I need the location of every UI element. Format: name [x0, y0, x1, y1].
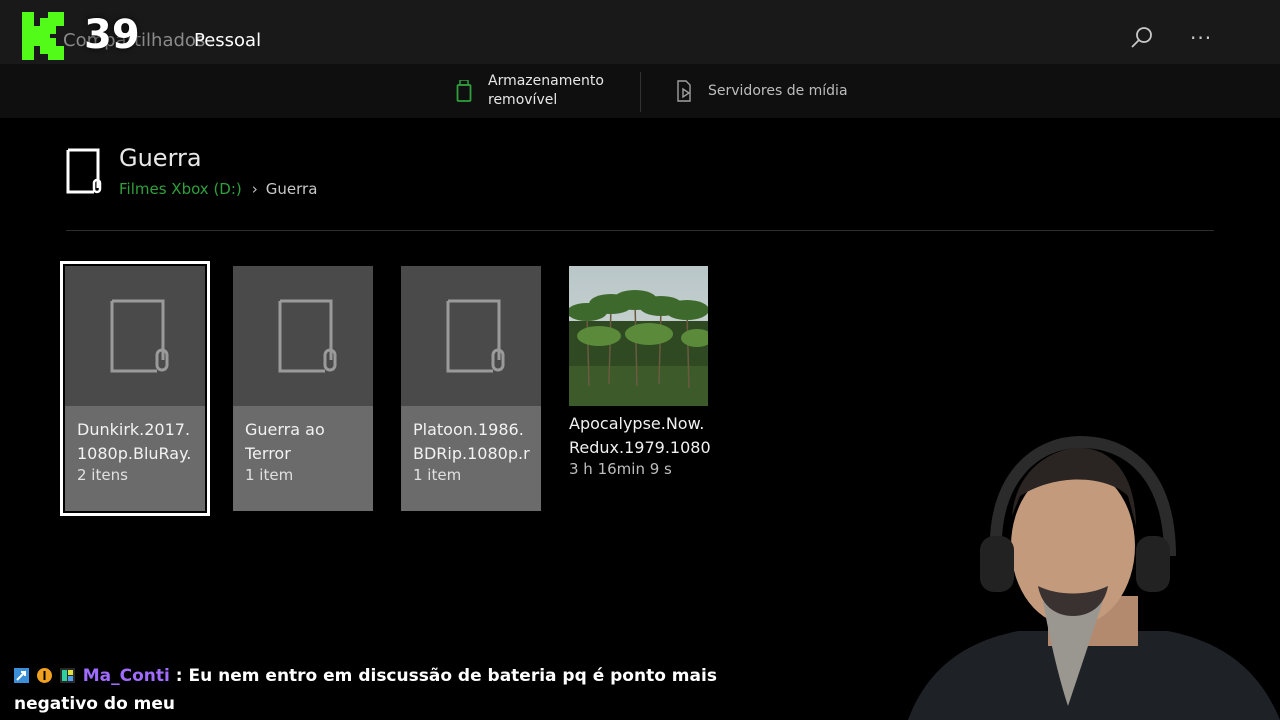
sub-navigation: Armazenamento removível Servidores de mí… — [0, 64, 1280, 118]
video-tile-apocalypse-now[interactable]: Apocalypse.Now. Redux.1979.1080p 3 h 16m… — [569, 266, 711, 478]
kick-logo-icon — [22, 12, 64, 60]
stream-counter: 39 — [84, 12, 140, 58]
chat-username[interactable]: Ma_Conti — [83, 666, 170, 686]
video-thumbnail — [569, 266, 708, 406]
tile-name-line: Redux.1979.1080p — [569, 438, 711, 457]
folder-icon — [110, 299, 169, 373]
folder-icon — [278, 299, 337, 373]
tile-icon-area — [233, 266, 373, 406]
folder-icon — [66, 148, 102, 194]
more-options-icon[interactable]: ··· — [1190, 26, 1212, 50]
header-divider — [66, 230, 1214, 231]
breadcrumb-chevron-icon: › — [251, 180, 258, 198]
tile-name: Dunkirk.2017. 1080p.BluRay. — [77, 418, 203, 466]
tile-name-line: BDRip.1080p.r — [413, 444, 530, 463]
subnav-media-label: Servidores de mídia — [708, 82, 848, 99]
subnav-media-servers[interactable]: Servidores de mídia — [676, 64, 848, 118]
tile-name: Guerra ao Terror — [245, 418, 371, 466]
tile-name-line: Apocalypse.Now. — [569, 414, 705, 433]
tile-item-count: 1 item — [413, 466, 462, 484]
tile-icon-area — [401, 266, 541, 406]
folder-tile-platoon[interactable]: Platoon.1986. BDRip.1080p.r 1 item — [401, 266, 541, 511]
subscriber-badge-icon — [59, 668, 75, 683]
subnav-divider — [640, 72, 641, 112]
moderator-badge-icon — [14, 668, 29, 683]
tile-name-line: 1080p.BluRay. — [77, 444, 192, 463]
tile-item-count: 1 item — [245, 466, 294, 484]
chat-separator: : — [169, 666, 189, 686]
tile-name-line: Terror — [245, 444, 291, 463]
tile-name-line: Guerra ao — [245, 420, 325, 439]
gift-badge-icon — [36, 668, 52, 683]
folder-tile-guerra-ao-terror[interactable]: Guerra ao Terror 1 item — [233, 266, 373, 511]
search-icon[interactable] — [1130, 26, 1154, 50]
tile-item-count: 2 itens — [77, 466, 128, 484]
tab-pessoal[interactable]: Pessoal — [194, 30, 261, 51]
video-duration: 3 h 16min 9 s — [569, 460, 672, 478]
chat-message: Ma_Conti : Eu nem entro em discussão de … — [14, 662, 734, 718]
tile-icon-area — [65, 266, 205, 406]
tile-name: Apocalypse.Now. Redux.1979.1080p — [569, 412, 711, 460]
top-bar: Compartilhados Pessoal 39 ··· — [0, 0, 1280, 64]
webcam-overlay — [908, 436, 1280, 720]
tile-name-line: Dunkirk.2017. — [77, 420, 191, 439]
page-title: Guerra — [119, 144, 202, 172]
usb-drive-icon — [456, 80, 472, 102]
folder-tile-dunkirk[interactable]: Dunkirk.2017. 1080p.BluRay. 2 itens — [60, 261, 210, 516]
media-server-icon — [677, 80, 691, 102]
breadcrumb-root[interactable]: Filmes Xbox (D:) — [119, 180, 242, 198]
breadcrumb-current: Guerra — [265, 180, 318, 198]
breadcrumb: Filmes Xbox (D:) › Guerra — [119, 180, 317, 198]
tile-name: Platoon.1986. BDRip.1080p.r — [413, 418, 539, 466]
subnav-storage-label: Armazenamento removível — [488, 73, 604, 108]
tile-name-line: Platoon.1986. — [413, 420, 524, 439]
subnav-removable-storage[interactable]: Armazenamento removível — [456, 64, 608, 118]
folder-icon — [446, 299, 505, 373]
